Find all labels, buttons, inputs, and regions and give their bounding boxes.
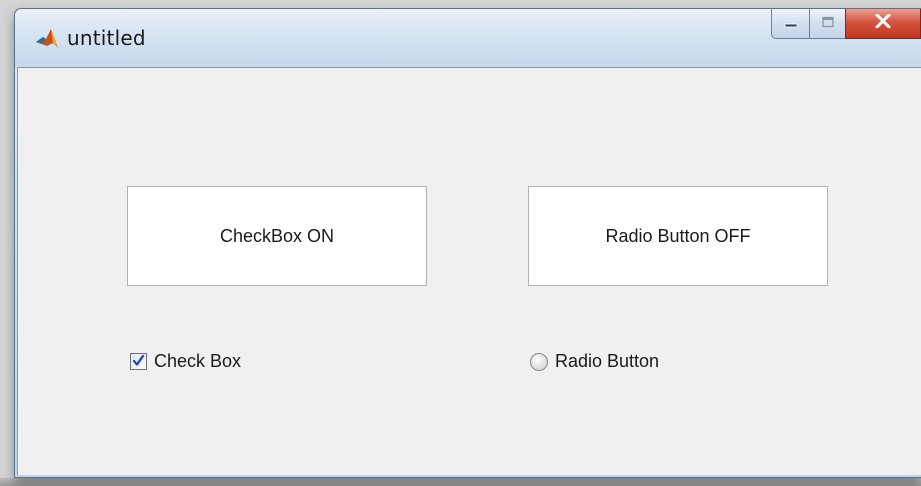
radio-status-display: Radio Button OFF: [528, 186, 828, 286]
minimize-button[interactable]: [771, 9, 809, 39]
maximize-button[interactable]: [809, 9, 845, 39]
caption-buttons: [771, 9, 921, 39]
check-mark-icon: [132, 351, 145, 372]
close-icon: [875, 13, 891, 33]
matlab-logo-icon: [35, 28, 59, 50]
radio-button[interactable]: Radio Button: [530, 351, 659, 372]
close-button[interactable]: [845, 9, 921, 39]
title-bar[interactable]: untitled: [15, 9, 921, 67]
checkbox-status-text: CheckBox ON: [219, 225, 335, 246]
maximize-icon: [821, 15, 835, 33]
radio-status-text: Radio Button OFF: [605, 225, 751, 246]
radio-indicator[interactable]: [530, 352, 548, 371]
figure-window: untitled CheckBox ON Radio Button OFF Ch…: [14, 8, 921, 478]
check-box[interactable]: Check Box: [130, 351, 241, 372]
window-title: untitled: [67, 26, 146, 50]
desktop-shadow: [0, 478, 921, 486]
figure-client-area: CheckBox ON Radio Button OFF Check Box R…: [17, 67, 921, 475]
minimize-icon: [784, 15, 798, 33]
checkbox-indicator[interactable]: [130, 353, 147, 370]
checkbox-status-display: CheckBox ON: [127, 186, 427, 286]
radio-label: Radio Button: [555, 351, 660, 371]
checkbox-label: Check Box: [154, 351, 242, 371]
